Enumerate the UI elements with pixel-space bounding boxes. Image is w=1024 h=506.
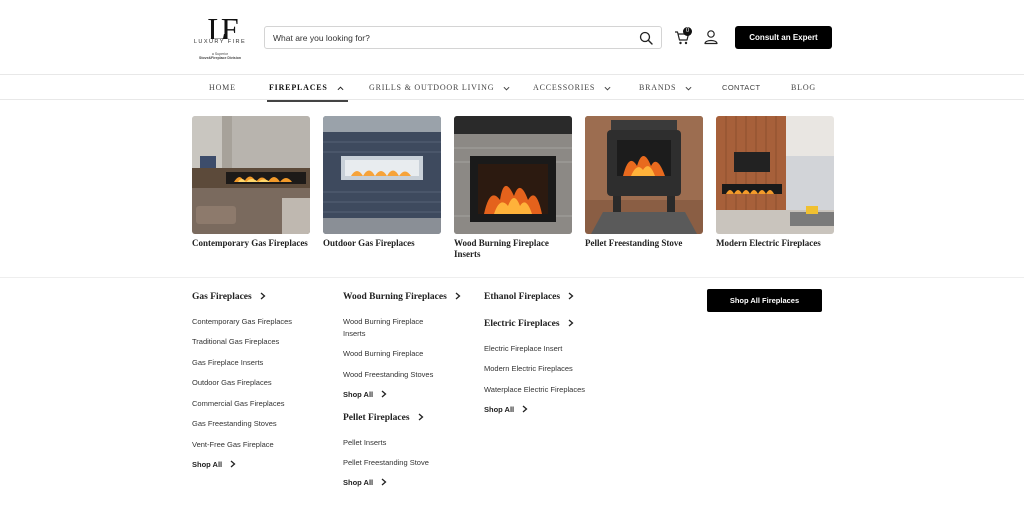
wood-shop-all-link[interactable]: Shop All: [343, 390, 387, 399]
category-label: Modern Electric Fireplaces: [716, 238, 821, 248]
search-box: [264, 26, 662, 49]
gas-fireplaces-heading-label: Gas Fireplaces: [192, 292, 252, 302]
shop-all-label: Shop All: [343, 478, 374, 487]
nav-accessories[interactable]: ACCESSORIES: [533, 75, 611, 101]
link-waterplace-electric-fireplaces[interactable]: Waterplace Electric Fireplaces: [484, 384, 585, 396]
link-pellet-inserts[interactable]: Pellet Inserts: [343, 437, 386, 449]
nav-brands[interactable]: BRANDS: [639, 75, 692, 101]
link-modern-electric-fireplaces[interactable]: Modern Electric Fireplaces: [484, 363, 573, 375]
luxury-fire-logo[interactable]: LF LUXURY FIRE a Superior Stove&Fireplac…: [192, 12, 248, 64]
chevron-right-icon: [455, 292, 461, 300]
logo-name: LUXURY FIRE: [192, 39, 248, 46]
shop-all-label: Shop All: [192, 460, 223, 469]
nav-blog-label: BLOG: [791, 83, 816, 92]
gas-fireplaces-heading[interactable]: Gas Fireplaces: [192, 292, 266, 302]
link-gas-fireplace-inserts[interactable]: Gas Fireplace Inserts: [192, 357, 263, 369]
nav-contact-label: CONTACT: [722, 83, 761, 92]
link-wood-burning-fireplace[interactable]: Wood Burning Fireplace: [343, 348, 423, 360]
nav-fireplaces-label: FIREPLACES: [269, 83, 328, 92]
electric-heading-label: Electric Fireplaces: [484, 319, 560, 329]
modern-electric-fireplace-image: [716, 116, 834, 234]
main-nav: HOME FIREPLACES GRILLS & OUTDOOR LIVING …: [0, 74, 1024, 102]
site-header: LF LUXURY FIRE a Superior Stove&Fireplac…: [0, 0, 1024, 74]
chevron-right-icon: [381, 390, 387, 398]
wood-heading-label: Wood Burning Fireplaces: [343, 292, 447, 302]
chevron-right-icon: [418, 413, 424, 421]
chevron-down-icon: [604, 86, 611, 91]
nav-fireplaces[interactable]: FIREPLACES: [267, 75, 347, 102]
link-outdoor-gas-fireplaces[interactable]: Outdoor Gas Fireplaces: [192, 377, 272, 389]
category-label: Wood Burning Fireplace Inserts: [454, 238, 549, 259]
shop-all-label: Shop All: [484, 405, 515, 414]
cart-count-badge: 0: [683, 27, 692, 36]
pellet-heading-label: Pellet Fireplaces: [343, 413, 410, 423]
category-label: Contemporary Gas Fireplaces: [192, 238, 308, 248]
chevron-right-icon: [260, 292, 266, 300]
wood-burning-insert-image: [454, 116, 572, 234]
nav-brands-label: BRANDS: [639, 83, 677, 92]
nav-grills-outdoor[interactable]: GRILLS & OUTDOOR LIVING: [369, 75, 510, 101]
gas-shop-all-link[interactable]: Shop All: [192, 460, 236, 469]
electric-shop-all-link[interactable]: Shop All: [484, 405, 528, 414]
link-electric-fireplace-insert[interactable]: Electric Fireplace Insert: [484, 343, 562, 355]
nav-home[interactable]: HOME: [209, 75, 236, 101]
pellet-fireplaces-heading[interactable]: Pellet Fireplaces: [343, 413, 424, 423]
user-icon: [704, 30, 718, 45]
nav-accessories-label: ACCESSORIES: [533, 83, 596, 92]
logo-subtitle-division: Stove&Fireplace Division: [198, 56, 241, 60]
electric-fireplaces-heading[interactable]: Electric Fireplaces: [484, 319, 574, 329]
shop-all-label: Shop All: [343, 390, 374, 399]
search-icon[interactable]: [639, 31, 653, 45]
chevron-right-icon: [522, 405, 528, 413]
section-divider: [0, 277, 1024, 278]
outdoor-gas-fireplace-image: [323, 116, 441, 234]
pellet-shop-all-link[interactable]: Shop All: [343, 478, 387, 487]
link-wood-burning-fireplace-inserts[interactable]: Wood Burning Fireplace Inserts: [343, 316, 443, 340]
ethanol-fireplaces-heading[interactable]: Ethanol Fireplaces: [484, 292, 574, 302]
chevron-down-icon: [503, 86, 510, 91]
search-input[interactable]: [273, 27, 633, 48]
ethanol-heading-label: Ethanol Fireplaces: [484, 292, 561, 302]
chevron-right-icon: [230, 460, 236, 468]
chevron-right-icon: [381, 478, 387, 486]
chevron-down-icon: [685, 86, 692, 91]
link-pellet-freestanding-stove[interactable]: Pellet Freestanding Stove: [343, 457, 429, 469]
link-wood-freestanding-stoves[interactable]: Wood Freestanding Stoves: [343, 369, 433, 381]
wood-burning-fireplaces-heading[interactable]: Wood Burning Fireplaces: [343, 292, 461, 302]
account-button[interactable]: [703, 29, 719, 45]
chevron-up-icon: [337, 86, 343, 90]
category-label: Outdoor Gas Fireplaces: [323, 238, 415, 248]
link-contemporary-gas-fireplaces[interactable]: Contemporary Gas Fireplaces: [192, 316, 292, 328]
chevron-right-icon: [568, 319, 574, 327]
chevron-right-icon: [569, 292, 574, 300]
consult-expert-button[interactable]: Consult an Expert: [735, 26, 832, 49]
category-label: Pellet Freestanding Stove: [585, 238, 683, 248]
link-vent-free-gas-fireplace[interactable]: Vent-Free Gas Fireplace: [192, 439, 274, 451]
pellet-freestanding-stove-image: [585, 116, 703, 234]
link-commercial-gas-fireplaces[interactable]: Commercial Gas Fireplaces: [192, 398, 285, 410]
cart-button[interactable]: 0: [674, 27, 692, 47]
nav-grills-label: GRILLS & OUTDOOR LIVING: [369, 83, 495, 92]
nav-home-label: HOME: [209, 83, 236, 92]
contemporary-gas-fireplace-image: [192, 116, 310, 234]
link-gas-freestanding-stoves[interactable]: Gas Freestanding Stoves: [192, 418, 277, 430]
nav-contact[interactable]: CONTACT: [722, 75, 761, 101]
nav-blog[interactable]: BLOG: [791, 75, 816, 101]
shop-all-fireplaces-button[interactable]: Shop All Fireplaces: [707, 289, 822, 312]
link-traditional-gas-fireplaces[interactable]: Traditional Gas Fireplaces: [192, 336, 279, 348]
